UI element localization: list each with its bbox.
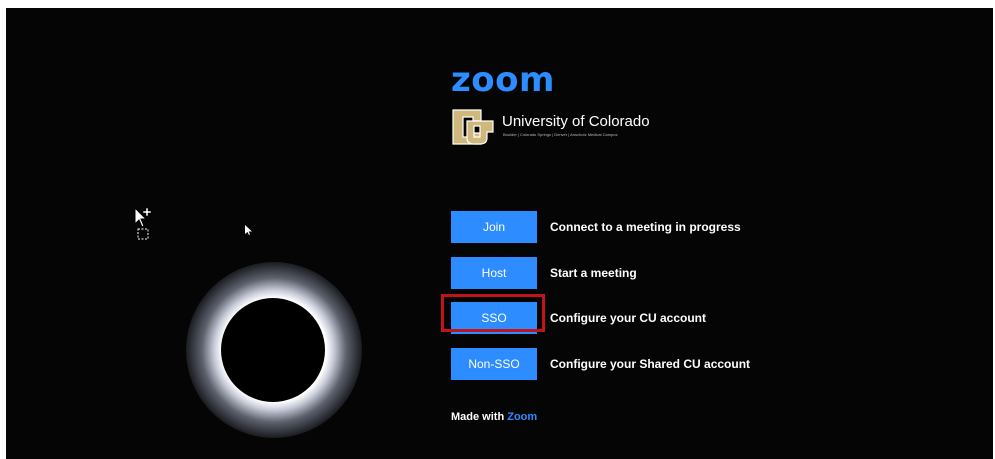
sso-highlight-box <box>441 294 545 332</box>
non-sso-description: Configure your Shared CU account <box>550 357 751 371</box>
join-button[interactable]: Join <box>451 211 537 243</box>
sso-description: Configure your CU account <box>550 311 707 325</box>
university-name: University of Colorado <box>502 113 650 130</box>
non-sso-button[interactable]: Non-SSO <box>451 348 537 380</box>
eclipse-moon-image <box>221 298 325 402</box>
cu-logo-icon <box>452 109 494 145</box>
zoom-logo: zoom <box>451 60 555 100</box>
footer-zoom-link[interactable]: Zoom <box>507 411 537 423</box>
host-button[interactable]: Host <box>451 257 537 289</box>
campus-list: Boulder | Colorado Springs | Denver | An… <box>503 132 618 137</box>
host-description: Start a meeting <box>550 266 637 280</box>
cursor-arrow-icon <box>134 207 152 240</box>
join-description: Connect to a meeting in progress <box>550 220 741 234</box>
pointer-icon <box>245 225 252 235</box>
made-with-zoom: Made with Zoom <box>451 411 537 423</box>
zoom-launch-page: zoom University of Colorado Boulder | Co… <box>6 8 993 459</box>
footer-prefix: Made with <box>451 411 505 423</box>
